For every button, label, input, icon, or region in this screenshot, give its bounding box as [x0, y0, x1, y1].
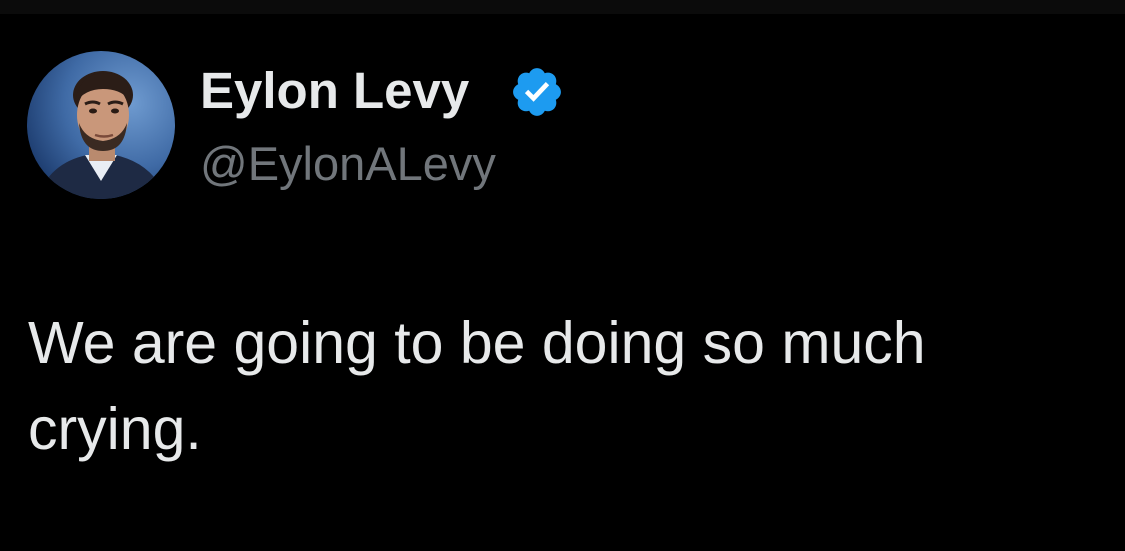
avatar-image: [27, 51, 175, 199]
avatar[interactable]: [27, 51, 175, 199]
tweet-card: Eylon Levy @EylonALevy We are going to b…: [0, 0, 1125, 551]
author-handle[interactable]: @EylonALevy: [200, 132, 496, 196]
tweet-text: We are going to be doing so much crying.: [28, 310, 926, 462]
author-display-name[interactable]: Eylon Levy: [200, 58, 469, 124]
verified-badge-icon: [513, 68, 561, 116]
